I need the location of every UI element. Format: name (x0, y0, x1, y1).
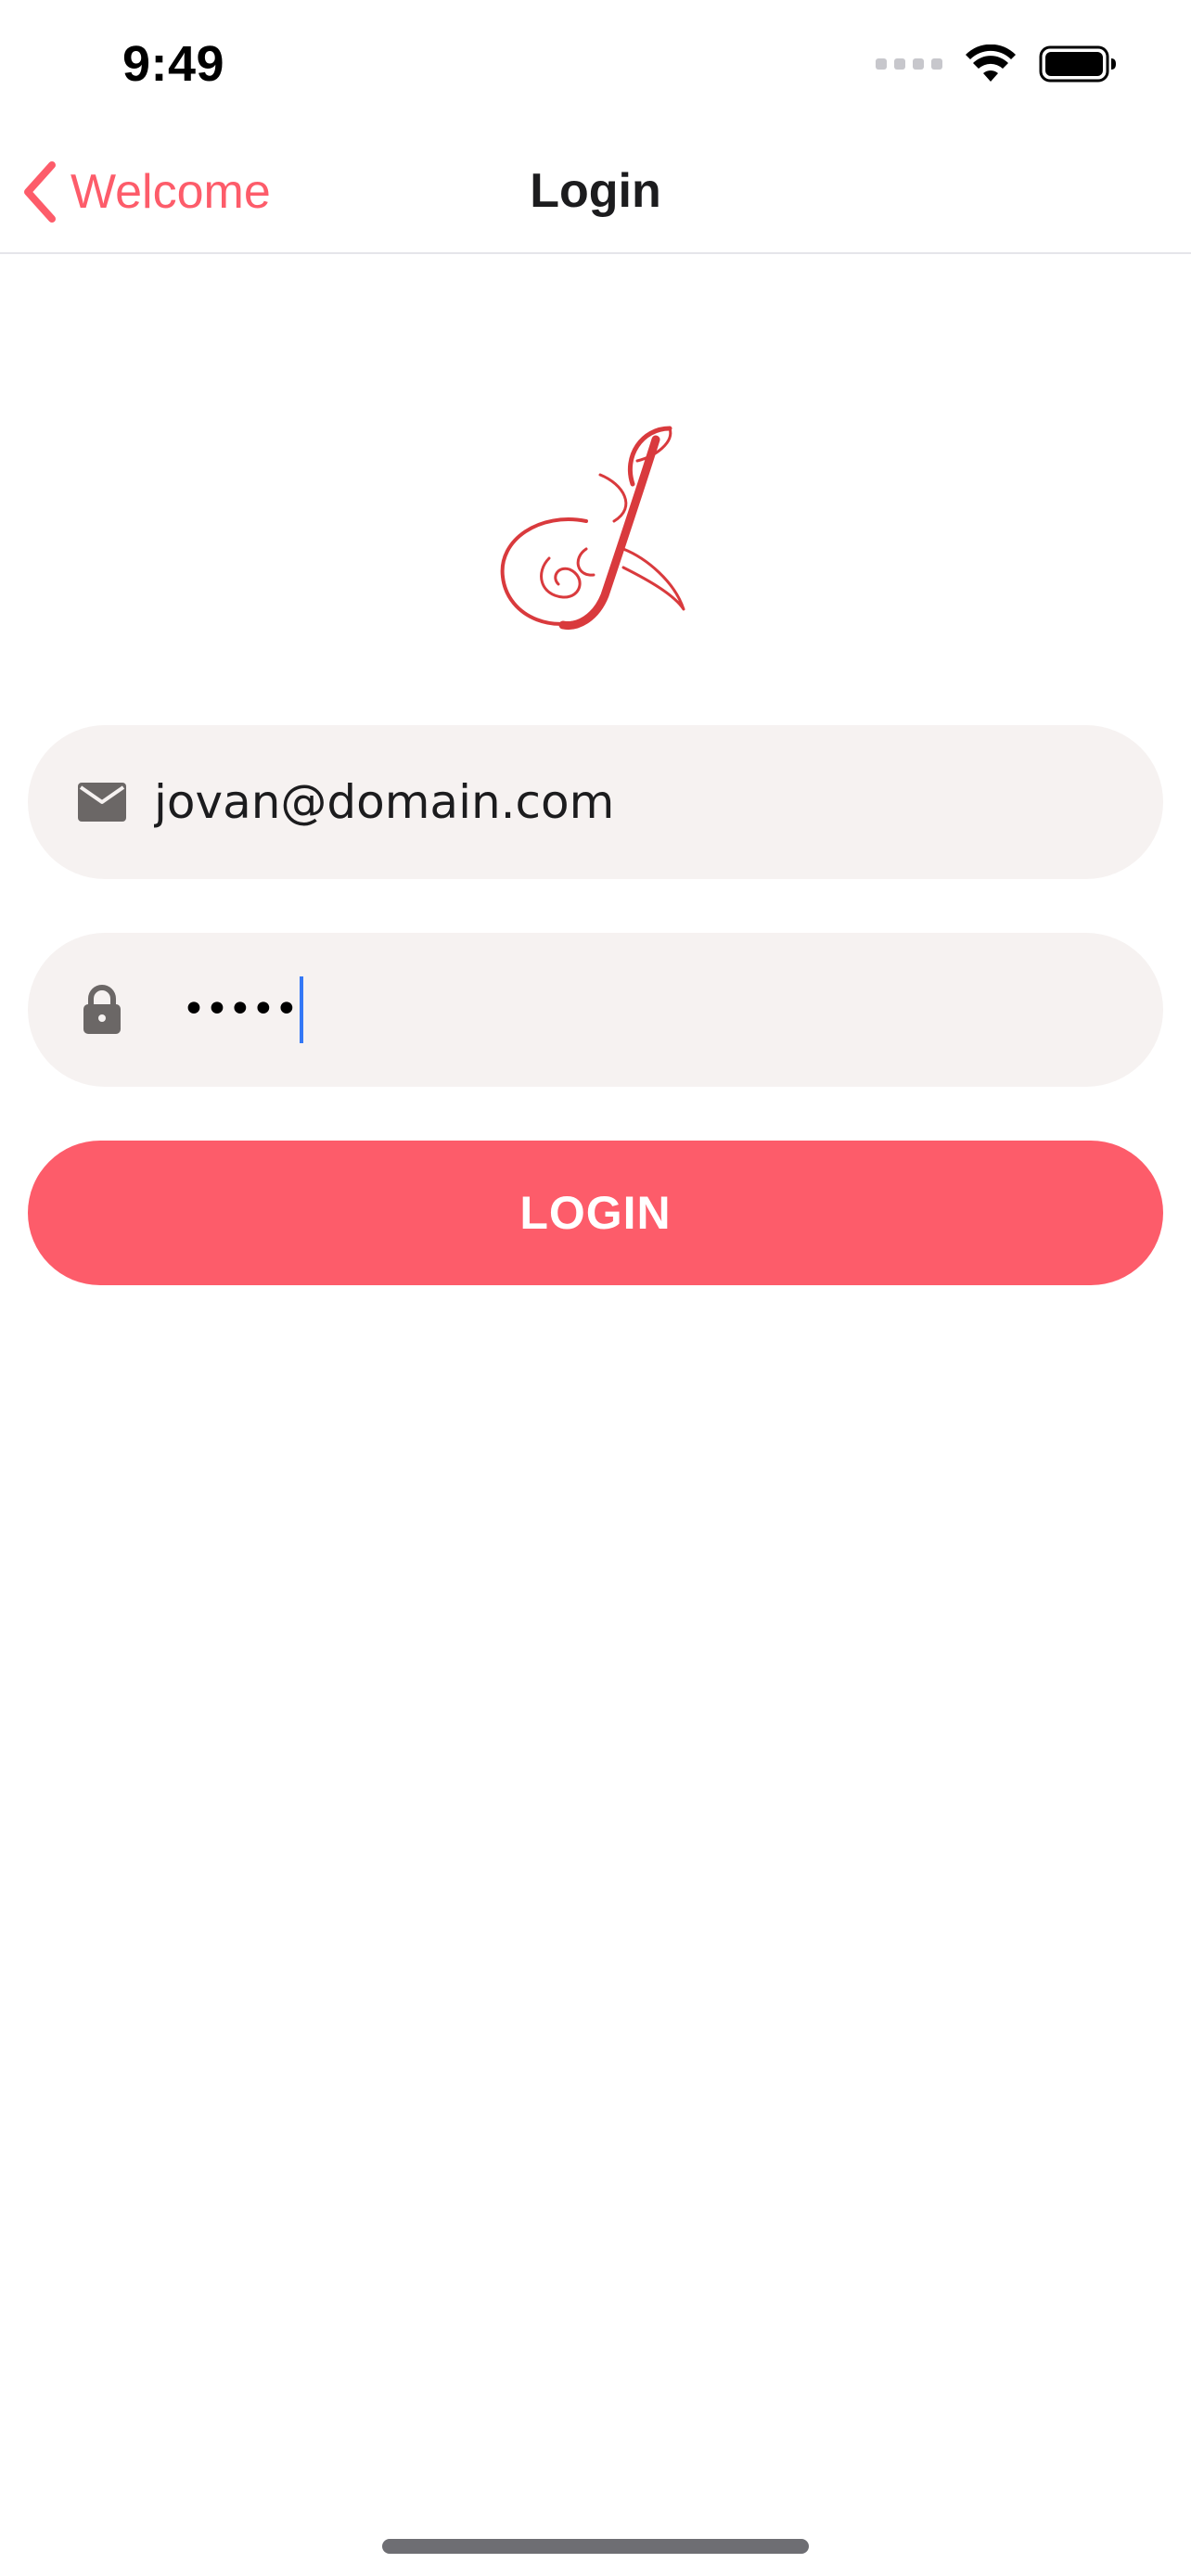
lock-icon (74, 982, 130, 1038)
password-field[interactable]: ••••• (28, 933, 1163, 1087)
back-button[interactable]: Welcome (20, 158, 271, 226)
password-input[interactable]: ••••• (182, 973, 303, 1047)
app-logo (484, 419, 707, 642)
status-icons (876, 45, 1117, 83)
battery-icon (1039, 45, 1116, 83)
password-masked-value: ••••• (182, 986, 299, 1033)
status-time: 9:49 (122, 36, 225, 92)
navigation-bar: Welcome Login (0, 130, 1191, 254)
cellular-signal-icon (876, 58, 942, 70)
email-input[interactable] (154, 765, 1108, 839)
email-field[interactable] (28, 725, 1163, 879)
script-j-logo-icon (500, 426, 685, 630)
text-caret (299, 976, 303, 1043)
status-bar: 9:49 (0, 0, 1191, 130)
wifi-icon (966, 45, 1016, 82)
chevron-left-icon (24, 161, 56, 223)
home-indicator[interactable] (382, 2539, 809, 2554)
login-button[interactable]: LOGIN (28, 1141, 1163, 1285)
mail-icon (74, 774, 130, 830)
back-button-label: Welcome (70, 165, 271, 219)
